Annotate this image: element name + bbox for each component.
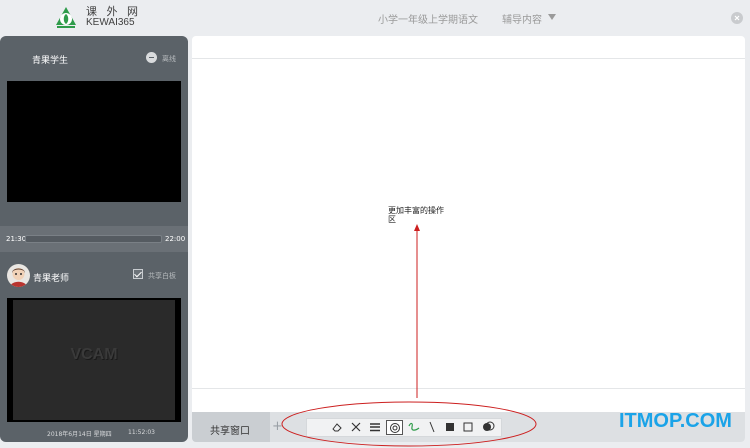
watermark: ITMOP.COM bbox=[619, 410, 732, 432]
annotation-ellipse bbox=[281, 401, 537, 447]
annotation-overlay bbox=[281, 224, 537, 447]
arrow-head-icon bbox=[414, 224, 420, 231]
